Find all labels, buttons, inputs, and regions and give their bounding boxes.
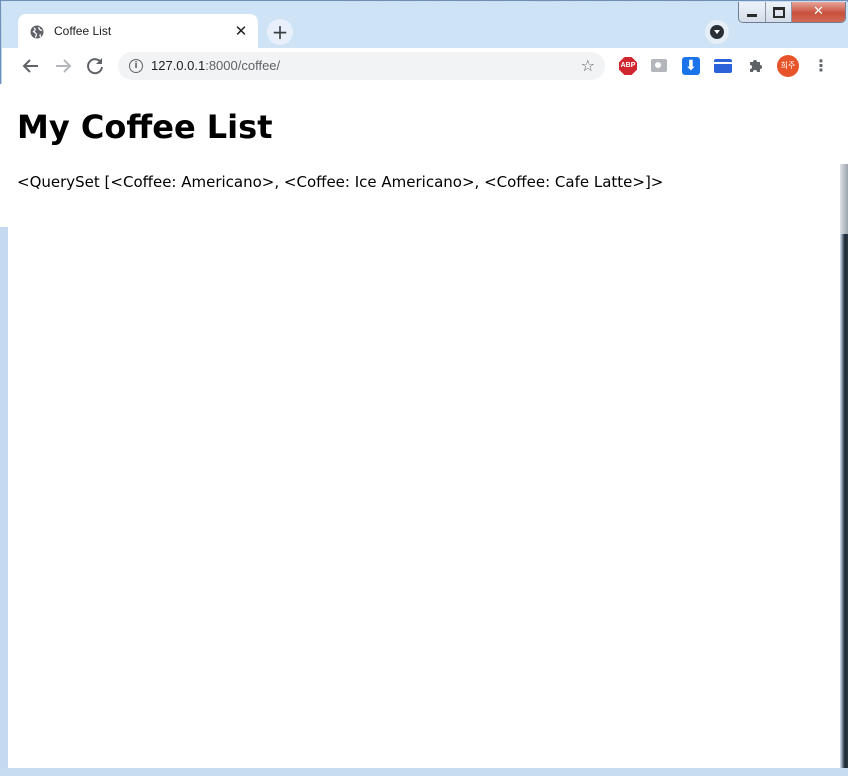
title-bar: Coffee List ✕ + <box>2 2 848 49</box>
page-title: My Coffee List <box>17 108 273 146</box>
globe-icon <box>30 24 44 39</box>
extension-gray-icon[interactable] <box>651 59 667 72</box>
url-host: 127.0.0.1 <box>151 58 206 73</box>
bookmark-star-icon[interactable]: ☆ <box>581 56 595 75</box>
close-window-button[interactable]: ✕ <box>792 2 845 22</box>
new-tab-button[interactable]: + <box>267 19 293 45</box>
extensions-puzzle-icon[interactable] <box>746 56 766 76</box>
url-path: :8000/coffee/ <box>205 58 281 73</box>
page-viewport: My Coffee List <QuerySet [<Coffee: Ameri… <box>8 84 840 768</box>
tab-search-button[interactable] <box>705 20 729 44</box>
window-controls: ✕ <box>738 2 846 23</box>
left-window-edge <box>0 84 8 768</box>
close-tab-icon[interactable]: ✕ <box>232 22 250 40</box>
bottom-window-edge <box>0 768 848 776</box>
site-info-icon[interactable]: i <box>129 59 143 73</box>
download-extension-icon[interactable]: ⬇ <box>682 57 700 75</box>
browser-toolbar: i 127.0.0.1:8000/coffee/ ☆ ABP ⬇ 희주 ⋮ <box>2 48 848 85</box>
url-text[interactable]: 127.0.0.1:8000/coffee/ <box>151 58 280 73</box>
forward-arrow-icon <box>56 59 72 73</box>
menu-dots-icon[interactable]: ⋮ <box>813 54 829 78</box>
right-window-edge <box>840 84 848 768</box>
chevron-down-icon <box>710 25 724 39</box>
queryset-output: <QuerySet [<Coffee: Americano>, <Coffee:… <box>17 173 664 191</box>
close-icon: ✕ <box>813 4 824 19</box>
scrollbar-thumb[interactable] <box>840 164 848 234</box>
profile-avatar[interactable]: 희주 <box>777 55 799 77</box>
tab-coffee-list[interactable]: Coffee List ✕ <box>18 14 258 49</box>
reload-icon <box>87 58 103 75</box>
address-bar[interactable]: i 127.0.0.1:8000/coffee/ ☆ <box>118 52 605 80</box>
back-button[interactable] <box>19 54 43 78</box>
puzzle-icon <box>750 60 762 72</box>
tab-title: Coffee List <box>54 24 112 38</box>
adblock-plus-icon[interactable]: ABP <box>619 57 637 75</box>
maximize-button[interactable] <box>766 2 792 22</box>
back-arrow-icon <box>22 59 38 73</box>
forward-button[interactable] <box>51 54 75 78</box>
reload-button[interactable] <box>83 54 107 78</box>
minimize-button[interactable] <box>739 2 766 22</box>
extension-box-icon[interactable] <box>714 59 732 73</box>
